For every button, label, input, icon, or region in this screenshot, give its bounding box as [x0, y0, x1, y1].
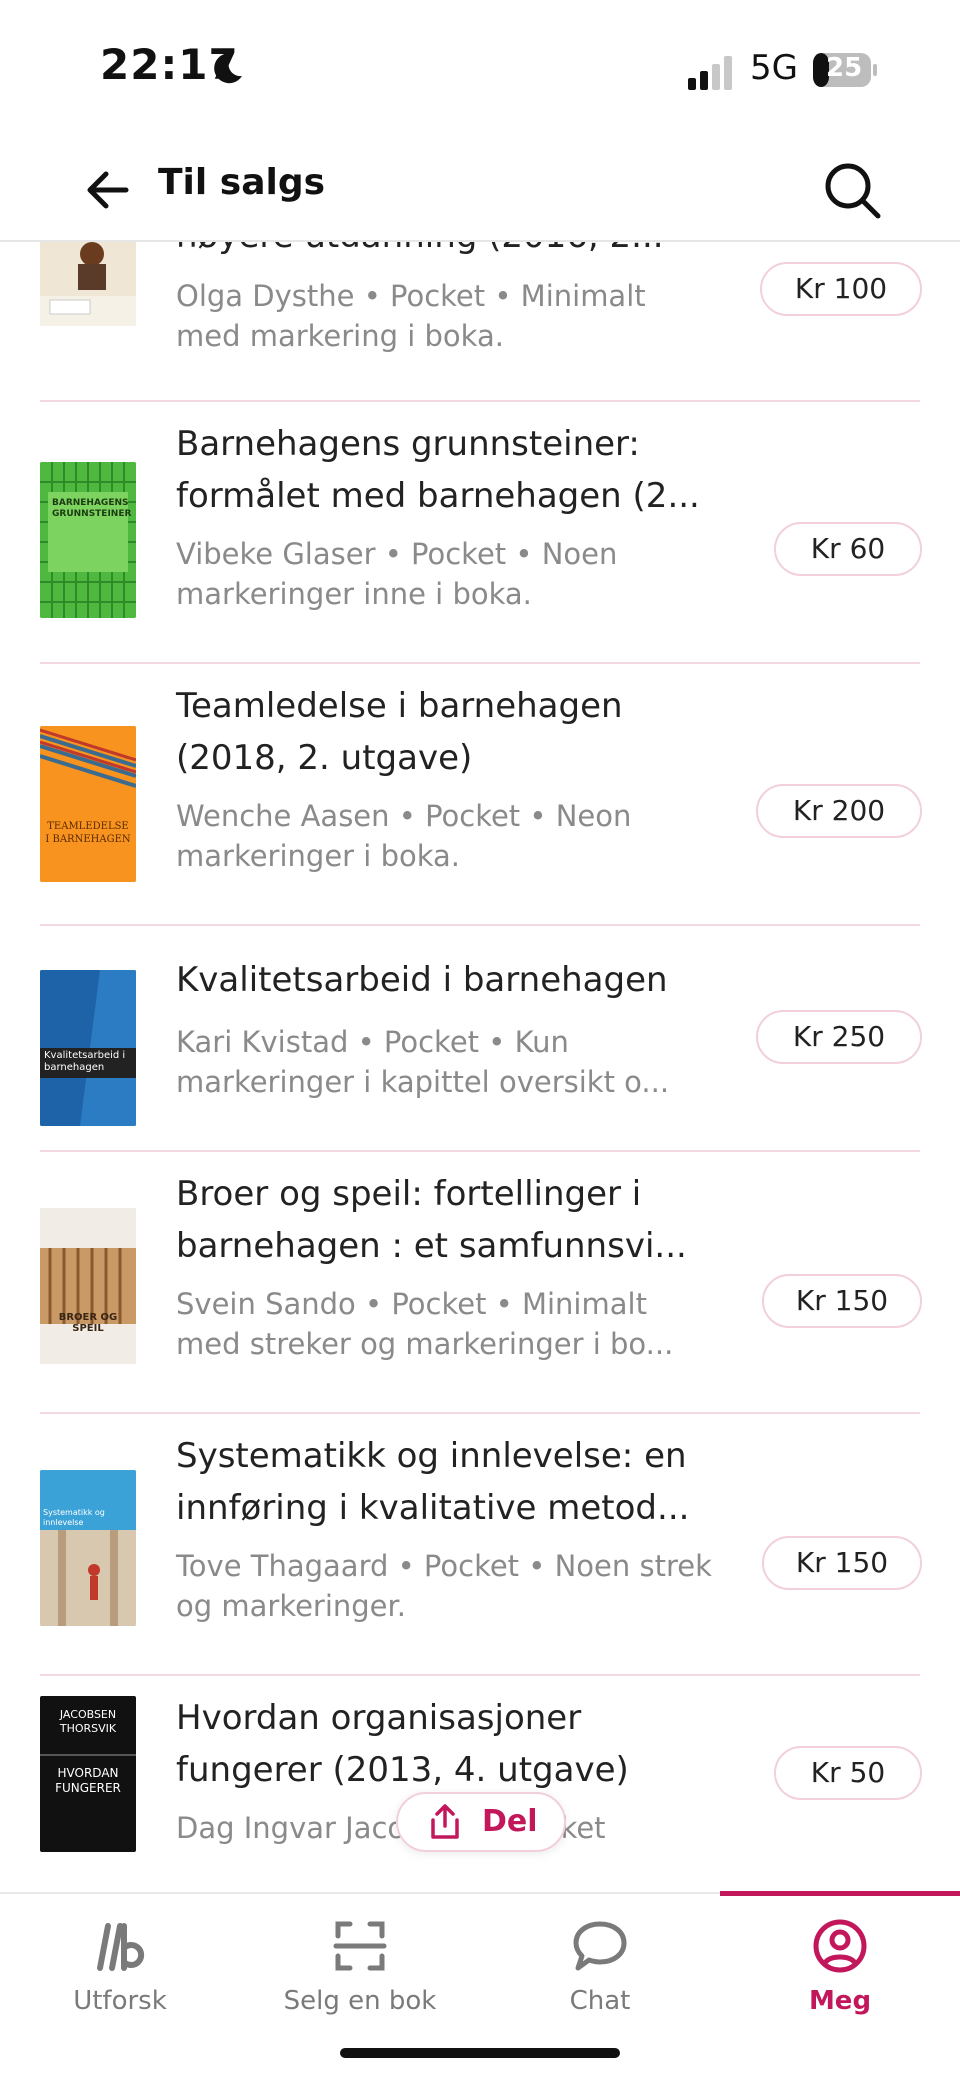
- search-icon[interactable]: [820, 158, 884, 222]
- book-cover: [40, 240, 136, 326]
- book-meta: Tove Thagaard • Pocket • Noen strek og m…: [176, 1549, 712, 1623]
- book-cover: JACOBSEN THORSVIK HVORDAN FUNGERER: [40, 1696, 136, 1852]
- book-meta: Wenche Aasen • Pocket • Neon markeringer…: [176, 799, 632, 873]
- nav-explore[interactable]: Utforsk: [0, 1894, 240, 2054]
- nav-profile[interactable]: Meg: [720, 1894, 960, 2054]
- book-meta: Vibeke Glaser • Pocket • Noen markeringe…: [176, 537, 618, 611]
- book-title: Systematikk og innlevelse: en innføring …: [176, 1436, 690, 1528]
- book-cover: BARNEHAGENS GRUNNSTEINER: [40, 462, 136, 618]
- cover-title: BARNEHAGENS GRUNNSTEINER: [52, 498, 132, 519]
- signal-icon: [688, 56, 732, 90]
- book-cover: Kvalitetsarbeid i barnehagen: [40, 970, 136, 1126]
- back-arrow-icon[interactable]: [80, 162, 136, 218]
- battery-level: 25: [826, 53, 863, 83]
- book-title: Teamledelse i barnehagen (2018, 2. utgav…: [176, 686, 623, 778]
- list-item[interactable]: høyere utdanning (2016, 2... Olga Dysthe…: [0, 240, 960, 402]
- cover-title: TEAMLEDELSE I BARNEHAGEN: [45, 821, 131, 845]
- page-title: Til salgs: [158, 162, 326, 203]
- book-list: høyere utdanning (2016, 2... Olga Dysthe…: [0, 240, 960, 1890]
- list-item[interactable]: BARNEHAGENS GRUNNSTEINER Barnehagens gru…: [0, 402, 960, 664]
- book-title: Barnehagens grunnsteiner: formålet med b…: [176, 424, 700, 516]
- book-meta: Svein Sando • Pocket • Minimalt med stre…: [176, 1287, 674, 1361]
- share-label: Del: [482, 1804, 538, 1839]
- moon-icon: [214, 53, 242, 84]
- book-cover: TEAMLEDELSE I BARNEHAGEN: [40, 726, 136, 882]
- share-button[interactable]: Del: [396, 1792, 566, 1852]
- chat-icon: [573, 1921, 627, 1971]
- price-badge: Kr 50: [774, 1746, 922, 1800]
- list-item[interactable]: JACOBSEN THORSVIK HVORDAN FUNGERER Hvord…: [0, 1676, 960, 1890]
- nav-sell-book[interactable]: Selg en bok: [240, 1894, 480, 2054]
- book-cover: BROER OG SPEIL: [40, 1208, 136, 1364]
- book-cover: Systematikk og innlevelse: [40, 1470, 136, 1626]
- price-badge: Kr 150: [762, 1274, 922, 1328]
- list-item[interactable]: Kvalitetsarbeid i barnehagen Kvalitetsar…: [0, 926, 960, 1152]
- explore-icon: [97, 1923, 145, 1971]
- nav-label: Meg: [808, 1986, 872, 2016]
- price-badge: Kr 200: [756, 784, 922, 838]
- cover-author: JACOBSEN THORSVIK: [59, 1708, 117, 1735]
- app-header: Til salgs: [0, 140, 960, 242]
- network-type: 5G: [750, 48, 798, 88]
- book-meta: Kari Kvistad • Pocket • Kun markeringer …: [176, 1025, 670, 1099]
- price-badge: Kr 150: [762, 1536, 922, 1590]
- nav-label: Utforsk: [73, 1986, 167, 2016]
- profile-icon: [813, 1919, 867, 1973]
- cover-title: Systematikk og innlevelse: [43, 1508, 105, 1527]
- book-title: Kvalitetsarbeid i barnehagen: [176, 960, 668, 1000]
- scan-icon: [333, 1921, 387, 1971]
- cover-title: BROER OG SPEIL: [58, 1312, 118, 1334]
- nav-chat[interactable]: Chat: [480, 1894, 720, 2054]
- status-bar: 22:17 5G 25: [0, 0, 960, 140]
- list-item[interactable]: Systematikk og innlevelse Systematikk og…: [0, 1414, 960, 1676]
- share-icon: [431, 1804, 459, 1839]
- home-indicator: [340, 2048, 620, 2058]
- book-title: Hvordan organisasjoner fungerer (2013, 4…: [176, 1698, 629, 1790]
- list-item[interactable]: BROER OG SPEIL Broer og speil: fortellin…: [0, 1152, 960, 1414]
- book-meta: Olga Dysthe • Pocket • Minimalt med mark…: [176, 279, 646, 353]
- book-title: høyere utdanning (2016, 2...: [176, 240, 736, 262]
- list-item[interactable]: TEAMLEDELSE I BARNEHAGEN Teamledelse i b…: [0, 664, 960, 926]
- nav-label: Selg en bok: [283, 1986, 437, 2016]
- cover-title: Kvalitetsarbeid i barnehagen: [44, 1050, 126, 1073]
- price-badge: Kr 60: [774, 522, 922, 576]
- cover-title: HVORDAN FUNGERER: [55, 1766, 121, 1795]
- price-badge: Kr 250: [756, 1010, 922, 1064]
- price-badge: Kr 100: [760, 262, 922, 316]
- nav-label: Chat: [569, 1986, 631, 2016]
- book-title: Broer og speil: fortellinger i barnehage…: [176, 1174, 687, 1266]
